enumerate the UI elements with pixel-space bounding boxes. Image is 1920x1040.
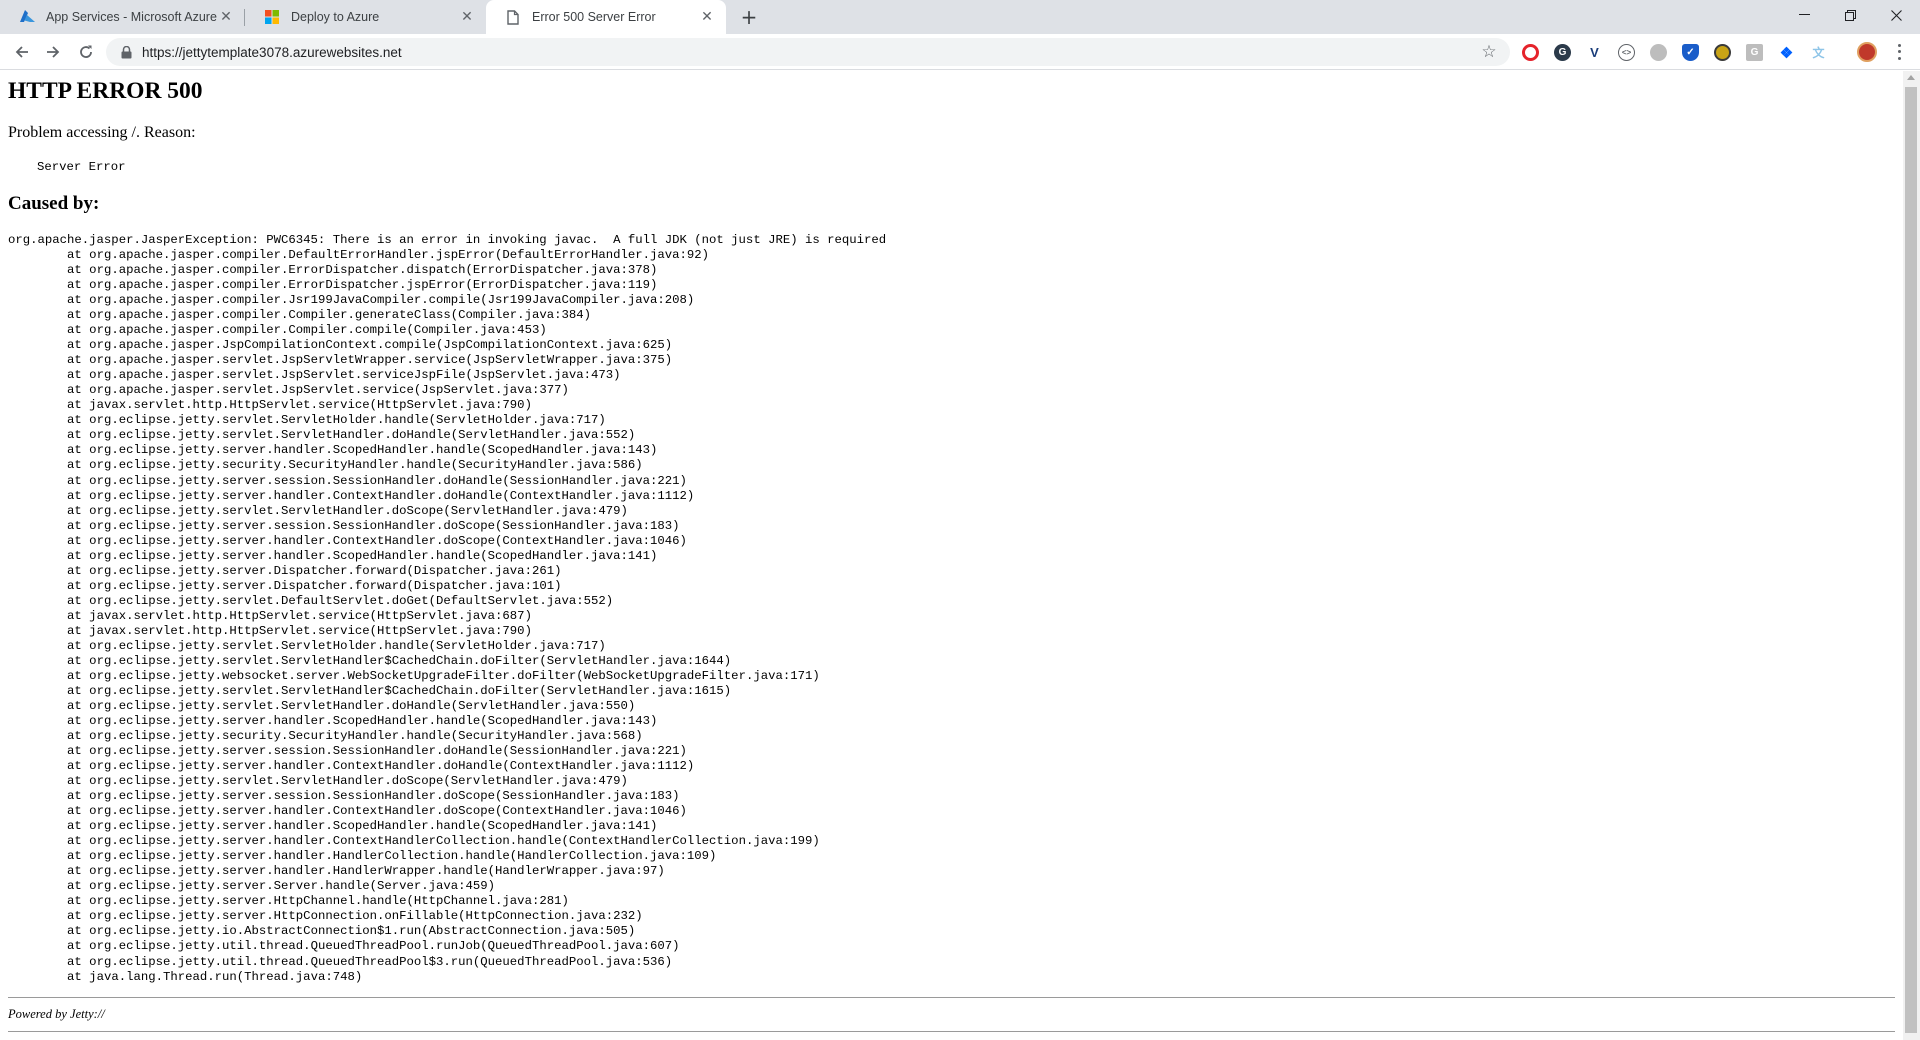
- scrollbar-thumb[interactable]: [1905, 87, 1917, 1033]
- translate-icon[interactable]: 文: [1810, 44, 1827, 61]
- minimize-button[interactable]: [1781, 0, 1827, 30]
- powered-by: Powered by Jetty://: [8, 1007, 105, 1022]
- page-content: HTTP ERROR 500 Problem accessing /. Reas…: [0, 71, 1903, 1040]
- tab-title: App Services - Microsoft Azure: [46, 10, 217, 24]
- stack-trace: org.apache.jasper.JasperException: PWC63…: [8, 233, 887, 984]
- footer-divider: [8, 997, 1895, 998]
- reason-text: Server Error: [37, 160, 126, 174]
- reload-button[interactable]: [72, 38, 100, 66]
- tab-title: Deploy to Azure: [291, 10, 380, 24]
- tab-strip: App Services - Microsoft Azure ✕ Deploy …: [0, 0, 1920, 34]
- error-heading: HTTP ERROR 500: [8, 78, 203, 104]
- vimeo-icon[interactable]: V: [1586, 44, 1603, 61]
- problem-text: Problem accessing /. Reason:: [8, 124, 196, 142]
- tab-deploy-to-azure[interactable]: Deploy to Azure ✕: [245, 0, 486, 34]
- azure-icon: [18, 9, 35, 26]
- problem-prefix: Problem accessing: [8, 124, 132, 141]
- tab-title: Error 500 Server Error: [532, 10, 656, 24]
- microsoft-icon: [263, 9, 280, 26]
- coin-icon[interactable]: [1714, 44, 1731, 61]
- close-tab-icon[interactable]: ✕: [698, 8, 716, 26]
- tab-error-500[interactable]: Error 500 Server Error ✕: [486, 0, 726, 34]
- problem-suffix: . Reason:: [135, 124, 196, 141]
- document-icon: [504, 9, 521, 26]
- profile-avatar[interactable]: [1857, 42, 1877, 62]
- caused-by-heading: Caused by:: [8, 193, 100, 214]
- url-text[interactable]: https://jettytemplate3078.azurewebsites.…: [142, 45, 1478, 60]
- g-icon[interactable]: G: [1746, 44, 1763, 61]
- opera-icon[interactable]: [1522, 44, 1539, 61]
- new-tab-button[interactable]: +: [736, 4, 762, 30]
- scroll-up-arrow-icon[interactable]: [1907, 75, 1915, 80]
- ghostery-icon[interactable]: G: [1554, 44, 1571, 61]
- shield-icon[interactable]: ✓: [1682, 44, 1699, 61]
- close-tab-icon[interactable]: ✕: [217, 8, 235, 26]
- close-window-button[interactable]: [1873, 0, 1919, 30]
- more-menu-icon[interactable]: [1893, 42, 1905, 62]
- powered-by-prefix: Powered by: [8, 1007, 71, 1021]
- browser-toolbar: https://jettytemplate3078.azurewebsites.…: [0, 34, 1920, 70]
- tab-app-services[interactable]: App Services - Microsoft Azure ✕: [0, 0, 245, 34]
- footer-divider-bottom: [8, 1031, 1895, 1032]
- vertical-scrollbar[interactable]: [1903, 71, 1920, 1040]
- forward-button[interactable]: [39, 38, 67, 66]
- address-bar[interactable]: https://jettytemplate3078.azurewebsites.…: [106, 38, 1510, 66]
- lock-icon[interactable]: [118, 44, 134, 60]
- close-tab-icon[interactable]: ✕: [458, 8, 476, 26]
- bookmark-star-icon[interactable]: ☆: [1478, 41, 1500, 63]
- back-button[interactable]: [8, 38, 36, 66]
- restore-button[interactable]: [1827, 0, 1873, 30]
- code-icon[interactable]: <>: [1618, 44, 1635, 61]
- jetty-link[interactable]: Jetty://: [70, 1007, 105, 1021]
- circle-icon[interactable]: [1650, 44, 1667, 61]
- dropbox-icon[interactable]: ❖: [1778, 44, 1795, 62]
